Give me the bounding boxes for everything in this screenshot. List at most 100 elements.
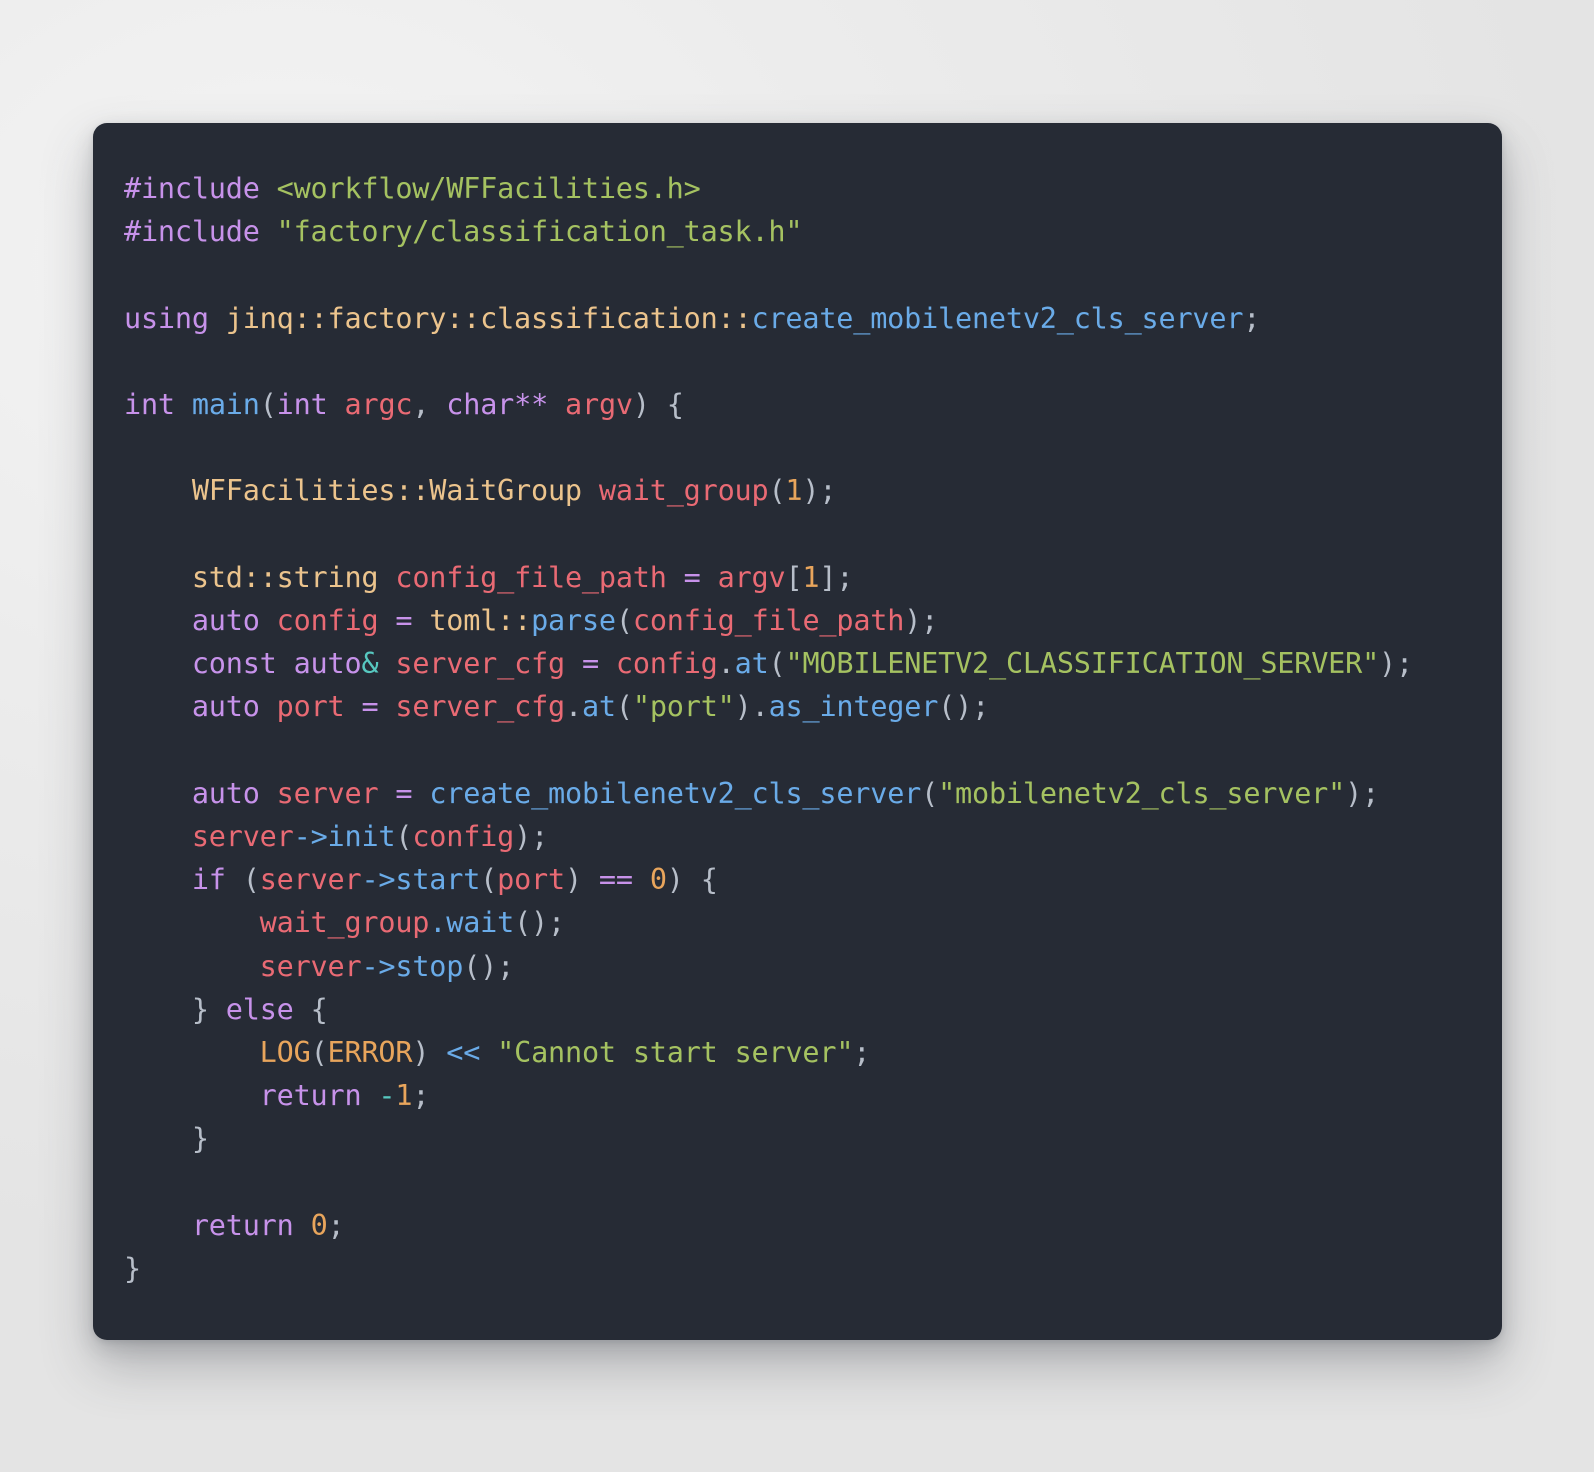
method-stop: stop — [395, 949, 464, 983]
semicolon: ; — [1396, 647, 1413, 681]
argument-port: port — [497, 863, 565, 897]
preprocessor-directive: #include — [124, 172, 260, 205]
function-parse: parse — [531, 604, 616, 638]
preprocessor-directive: #include — [124, 215, 260, 249]
bracket-open: [ — [785, 560, 803, 594]
param-argv: argv — [565, 388, 633, 422]
paren-open: ( — [615, 690, 633, 724]
variable-config: config — [276, 604, 379, 638]
object-wait-group: wait_group — [259, 906, 430, 940]
keyword-else: else — [225, 992, 294, 1026]
type-std-string: std::string — [191, 560, 379, 594]
code-line-1: #include <workflow/WFFacilities.h> — [124, 167, 1472, 210]
semicolon: ; — [531, 820, 549, 854]
method-as-integer: as_integer — [768, 690, 939, 724]
code-line-11: auto config = toml::parse(config_file_pa… — [124, 599, 1472, 642]
code-line-4: using jinq::factory::classification::cre… — [124, 297, 1472, 340]
code-line-14-blank — [124, 729, 1472, 772]
brace-close: } — [124, 1252, 141, 1286]
keyword-const-auto: const auto — [191, 647, 362, 681]
argument-config: config — [412, 820, 515, 854]
object-server: server — [259, 863, 362, 897]
bracket-close: ] — [819, 560, 837, 594]
operator-equality: == — [598, 863, 633, 897]
operator-stream-insert: << — [446, 1036, 481, 1070]
include-header-path: <workflow/WFFacilities.h> — [276, 172, 701, 205]
object-server: server — [191, 820, 294, 854]
code-line-20: } else { — [124, 988, 1472, 1031]
code-line-17: if (server->start(port) == 0) { — [124, 858, 1472, 901]
number-literal: 0 — [310, 1208, 328, 1242]
paren-open: ( — [768, 647, 786, 681]
brace-close: } — [191, 1122, 209, 1156]
method-at: at — [581, 690, 616, 724]
parens-semicolon: (); — [514, 906, 565, 940]
arrow-operator: -> — [293, 820, 328, 854]
semicolon: ; — [1243, 301, 1261, 335]
paren-close: ) — [802, 474, 820, 508]
type-waitgroup: WFFacilities::WaitGroup — [191, 474, 582, 508]
paren-close: ) — [904, 604, 922, 638]
argument-config-file-path: config_file_path — [632, 604, 905, 638]
paren-close: ) — [1379, 647, 1397, 681]
variable-argv: argv — [717, 560, 786, 594]
number-literal: 1 — [785, 474, 803, 508]
semicolon: ; — [1362, 776, 1380, 810]
paren-close: ) — [514, 820, 532, 854]
paren-close: ) — [1345, 776, 1363, 810]
macro-error: ERROR — [327, 1036, 413, 1070]
code-line-23: } — [124, 1117, 1472, 1160]
string-literal-server-key: "MOBILENETV2_CLASSIFICATION_SERVER" — [785, 647, 1380, 681]
dot: . — [717, 647, 735, 681]
keyword-auto: auto — [191, 690, 260, 724]
variable-config-file-path: config_file_path — [395, 560, 667, 594]
code-line-13: auto port = server_cfg.at("port").as_int… — [124, 685, 1472, 728]
keyword-int: int — [276, 388, 328, 422]
string-literal-server-name: "mobilenetv2_cls_server" — [938, 776, 1346, 810]
namespace-path: jinq::factory::classification:: — [225, 301, 752, 335]
operator-assign: = — [395, 604, 413, 638]
keyword-auto: auto — [191, 604, 260, 638]
code-line-12: const auto& server_cfg = config.at("MOBI… — [124, 642, 1472, 685]
code-block[interactable]: #include <workflow/WFFacilities.h> #inclu… — [124, 167, 1472, 1290]
paren-close: ) — [666, 863, 684, 897]
paren-open: ( — [225, 863, 260, 897]
dot: . — [565, 690, 582, 724]
semicolon: ; — [327, 1208, 345, 1242]
reference-ampersand: & — [361, 647, 379, 681]
brace-open: { — [649, 388, 684, 422]
paren-open: ( — [480, 863, 498, 897]
variable-port: port — [276, 690, 345, 724]
dot: . — [429, 906, 447, 940]
number-literal: 1 — [802, 560, 820, 594]
code-line-19: server->stop(); — [124, 945, 1472, 988]
code-line-18: wait_group.wait(); — [124, 901, 1472, 944]
brace-open: { — [310, 992, 328, 1026]
macro-log: LOG — [259, 1036, 311, 1070]
object-config: config — [615, 647, 718, 681]
paren-close: ) — [564, 863, 582, 897]
arrow-operator: -> — [361, 863, 396, 897]
code-line-25: return 0; — [124, 1204, 1472, 1247]
semicolon: ; — [972, 690, 990, 724]
semicolon: ; — [853, 1036, 871, 1070]
code-line-21: LOG(ERROR) << "Cannot start server"; — [124, 1031, 1472, 1074]
paren-close: ) — [632, 388, 650, 422]
code-line-8: WFFacilities::WaitGroup wait_group(1); — [124, 469, 1472, 512]
code-snippet-card: #include <workflow/WFFacilities.h> #inclu… — [93, 123, 1502, 1340]
namespace-toml: toml:: — [429, 604, 532, 638]
paren-close: ) — [412, 1036, 430, 1070]
keyword-auto: auto — [191, 776, 260, 810]
code-line-7-blank — [124, 426, 1472, 469]
function-create-server: create_mobilenetv2_cls_server — [429, 776, 922, 810]
comma: , — [412, 388, 447, 422]
number-literal: 0 — [649, 863, 667, 897]
object-server-cfg: server_cfg — [395, 690, 565, 724]
operator-negative: - — [378, 1079, 396, 1113]
code-line-10: std::string config_file_path = argv[1]; — [124, 556, 1472, 599]
keyword-return: return — [191, 1208, 294, 1242]
paren-open: ( — [259, 388, 277, 422]
semicolon: ; — [836, 560, 854, 594]
